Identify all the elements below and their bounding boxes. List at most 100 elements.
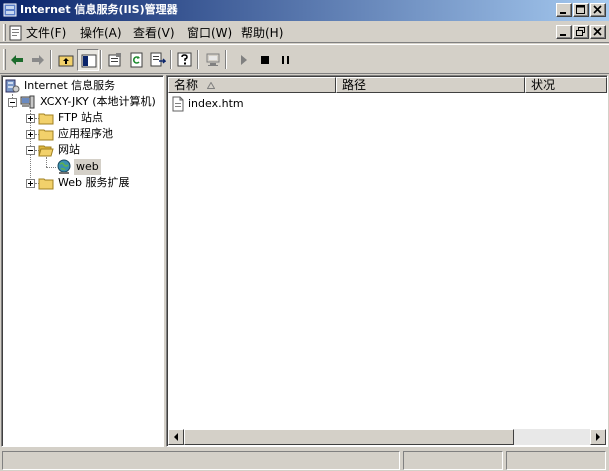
help-icon xyxy=(177,52,192,67)
menu-window[interactable]: 窗口(W) xyxy=(187,25,232,41)
server-computer-icon xyxy=(20,95,35,109)
refresh-icon xyxy=(130,52,143,68)
toolbar-separator xyxy=(100,50,102,69)
list-item-name: index.htm xyxy=(188,97,244,110)
tree-item-app-pools[interactable]: 应用程序池 xyxy=(38,126,162,142)
html-file-icon xyxy=(172,96,184,112)
collapse-toggle[interactable] xyxy=(26,146,35,155)
title-bar[interactable]: Internet 信息服务(IIS)管理器 xyxy=(0,0,609,21)
export-list-icon xyxy=(150,52,166,67)
expand-toggle[interactable] xyxy=(26,179,35,188)
back-arrow-icon xyxy=(11,55,23,65)
column-label-path: 路径 xyxy=(342,78,367,92)
up-one-level-button[interactable] xyxy=(55,49,77,71)
up-folder-icon xyxy=(58,55,74,67)
toolbar xyxy=(0,44,609,74)
refresh-button[interactable] xyxy=(126,49,148,71)
connect-computer-button[interactable] xyxy=(202,49,224,71)
iis-services-icon xyxy=(5,79,20,93)
stop-icon xyxy=(261,56,269,64)
export-list-button[interactable] xyxy=(147,49,169,71)
scroll-left-button[interactable] xyxy=(168,429,184,445)
tree-item-ftp-sites[interactable]: FTP 站点 xyxy=(38,110,162,126)
pause-icon xyxy=(282,56,289,64)
chevron-right-icon xyxy=(596,433,600,441)
tree-connector xyxy=(46,167,56,168)
status-pane-3 xyxy=(506,451,606,470)
column-label-name: 名称 xyxy=(174,78,199,92)
maximize-button[interactable] xyxy=(573,3,589,17)
folder-icon xyxy=(38,178,54,190)
menu-help[interactable]: 帮助(H) xyxy=(241,25,283,41)
tree-item-websites[interactable]: 网站 xyxy=(38,142,162,158)
tree-connector xyxy=(46,157,47,167)
child-minimize-button[interactable] xyxy=(556,25,572,39)
mmc-document-icon[interactable] xyxy=(8,25,24,41)
tree-label-app-pools: 应用程序池 xyxy=(58,127,113,140)
close-icon xyxy=(593,27,602,36)
menubar-grip xyxy=(3,24,6,41)
minimize-icon xyxy=(560,12,566,14)
child-restore-button[interactable] xyxy=(573,25,589,39)
tree-item-computer[interactable]: XCXY-JKY (本地计算机) xyxy=(20,94,162,110)
column-label-status: 状况 xyxy=(531,78,556,92)
start-button[interactable] xyxy=(233,49,255,71)
toolbar-separator xyxy=(225,50,227,69)
status-pane-2 xyxy=(403,451,503,470)
toolbar-separator xyxy=(50,50,52,69)
folder-icon xyxy=(38,113,54,125)
close-icon xyxy=(593,5,602,14)
restore-icon xyxy=(576,27,585,36)
column-header-status[interactable]: 状况 xyxy=(525,77,607,93)
minimize-button[interactable] xyxy=(556,3,572,17)
menu-view[interactable]: 查看(V) xyxy=(133,25,175,41)
scroll-right-button[interactable] xyxy=(590,429,606,445)
tree-label-ftp-sites: FTP 站点 xyxy=(58,111,103,124)
computer-icon xyxy=(206,53,220,66)
column-header-path[interactable]: 路径 xyxy=(336,77,525,93)
tree-label-web-site: web xyxy=(74,159,101,175)
window-title: Internet 信息服务(IIS)管理器 xyxy=(20,3,178,16)
tree-label-computer: XCXY-JKY (本地计算机) xyxy=(40,95,156,108)
back-button[interactable] xyxy=(6,49,28,71)
forward-button[interactable] xyxy=(27,49,49,71)
start-icon xyxy=(241,55,247,65)
forward-arrow-icon xyxy=(32,55,44,65)
tree-pane[interactable]: Internet 信息服务 XCXY-JKY (本地计算机) FTP 站点 应用… xyxy=(1,75,164,447)
horizontal-scrollbar[interactable] xyxy=(168,429,606,445)
tree-item-web-ext[interactable]: Web 服务扩展 xyxy=(38,175,162,191)
stop-button[interactable] xyxy=(254,49,276,71)
properties-icon xyxy=(108,53,121,67)
minimize-icon xyxy=(560,34,566,36)
tree-label-iis-root: Internet 信息服务 xyxy=(24,79,116,92)
status-pane-main xyxy=(2,451,400,470)
pause-button[interactable] xyxy=(275,49,297,71)
tree-item-iis-root[interactable]: Internet 信息服务 xyxy=(4,78,162,94)
scroll-thumb[interactable] xyxy=(184,429,514,445)
properties-button[interactable] xyxy=(104,49,126,71)
close-button[interactable] xyxy=(590,3,606,17)
expand-toggle[interactable] xyxy=(26,114,35,123)
folder-icon xyxy=(38,129,54,141)
menu-file[interactable]: 文件(F) xyxy=(26,25,66,41)
tree-item-web-site[interactable]: web xyxy=(56,159,162,175)
sort-ascending-icon xyxy=(207,82,215,89)
open-folder-icon xyxy=(38,145,54,157)
tree-label-web-ext: Web 服务扩展 xyxy=(58,176,130,189)
tree-label-websites: 网站 xyxy=(58,143,80,156)
column-header-name[interactable]: 名称 xyxy=(168,77,336,93)
list-pane[interactable]: 名称 路径 状况 index.htm xyxy=(166,75,608,447)
help-button[interactable] xyxy=(174,49,196,71)
child-close-button[interactable] xyxy=(590,25,606,39)
expand-toggle[interactable] xyxy=(26,130,35,139)
chevron-left-icon xyxy=(174,433,178,441)
collapse-toggle[interactable] xyxy=(8,98,17,107)
show-hide-tree-button[interactable] xyxy=(77,49,99,71)
status-bar xyxy=(0,449,609,471)
toolbar-separator xyxy=(197,50,199,69)
toolbar-separator xyxy=(170,50,172,69)
maximize-icon xyxy=(576,5,585,14)
menu-action[interactable]: 操作(A) xyxy=(80,25,122,41)
menu-bar: 文件(F) 操作(A) 查看(V) 窗口(W) 帮助(H) xyxy=(0,22,609,43)
iis-app-icon xyxy=(3,3,17,17)
